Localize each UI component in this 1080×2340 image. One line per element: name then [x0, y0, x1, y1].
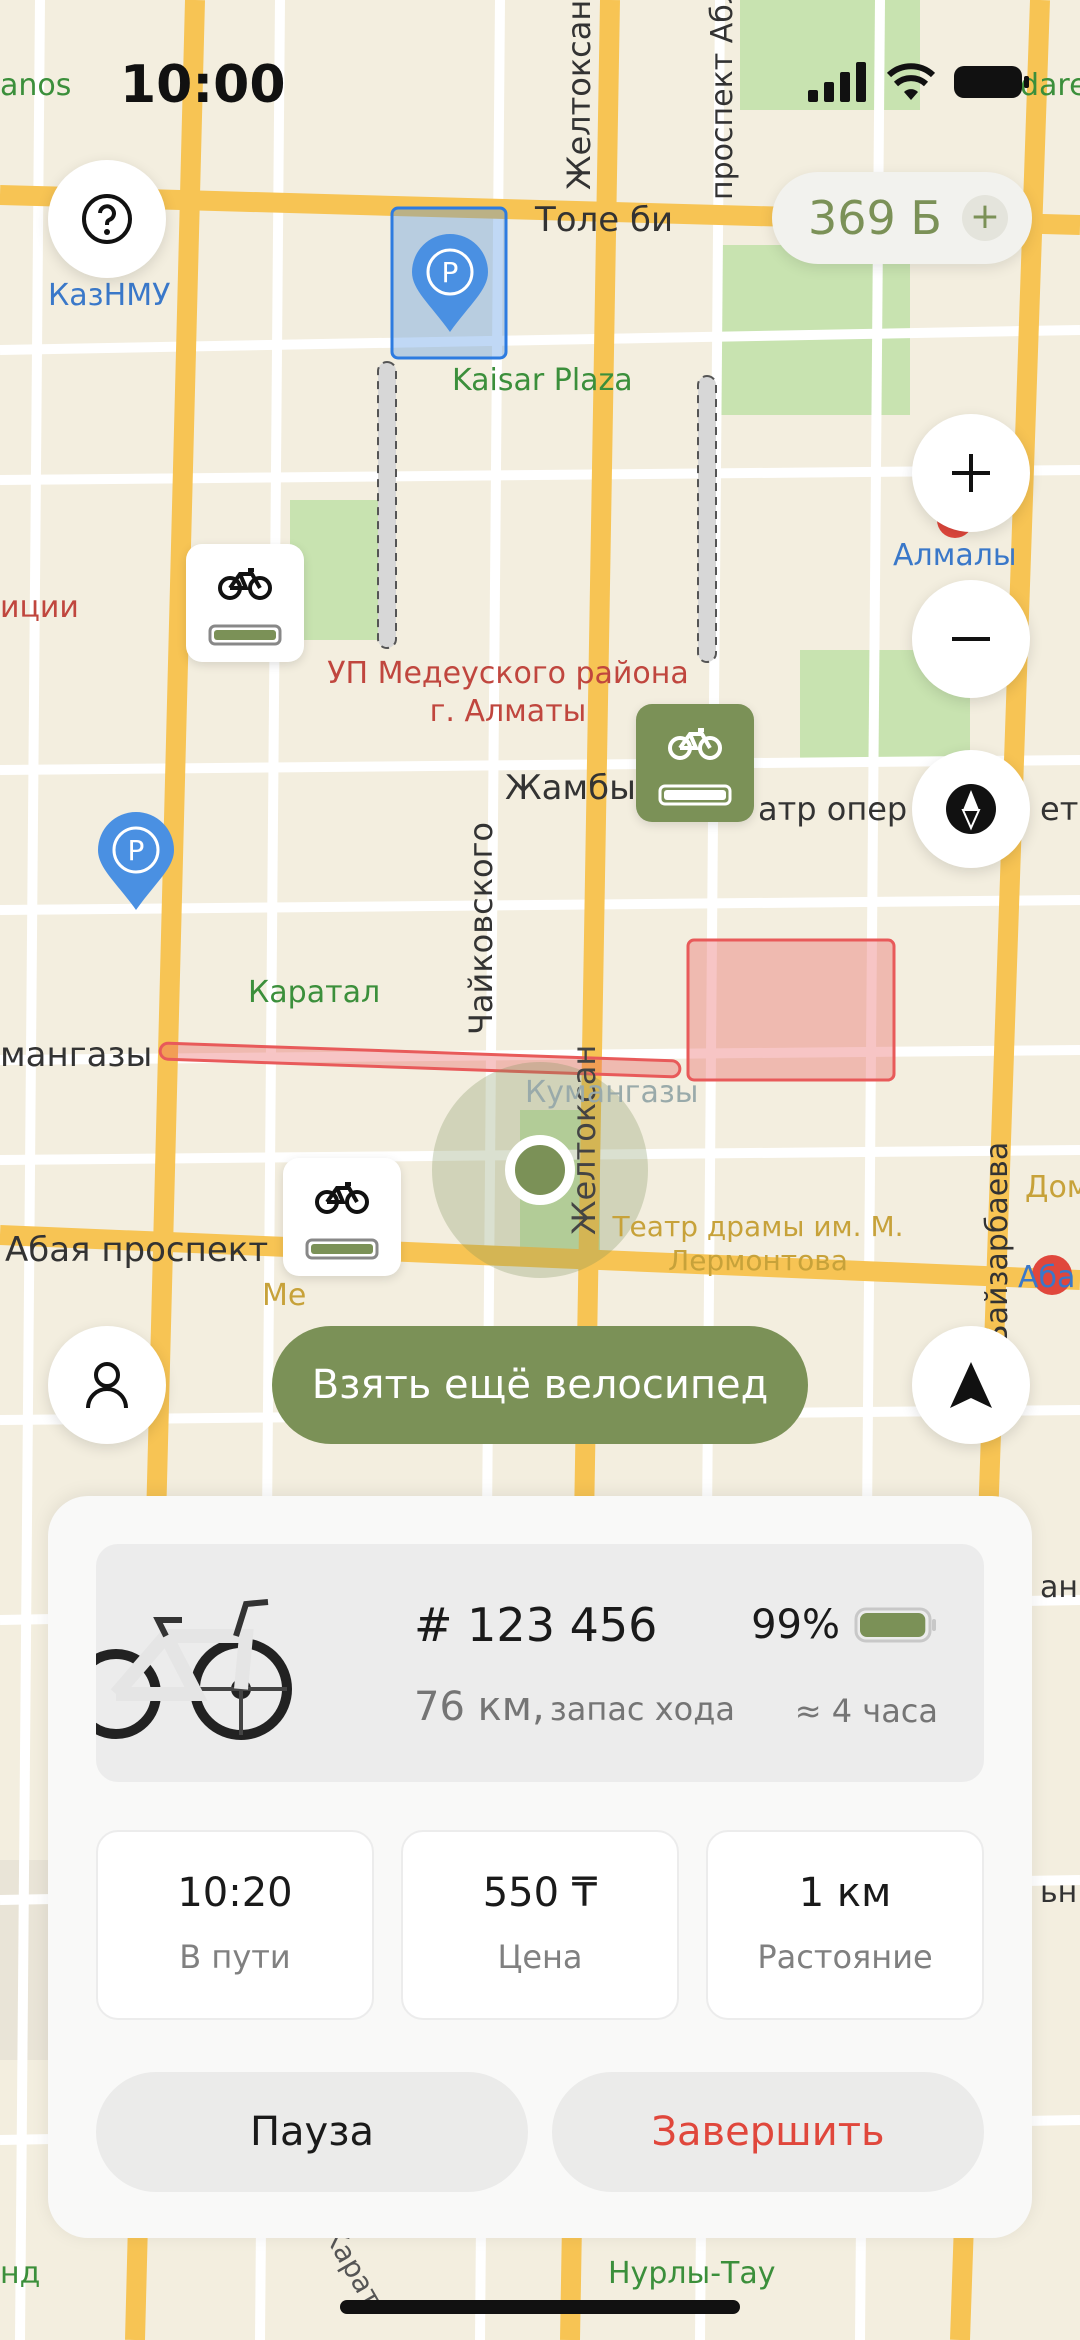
- zoom-out-button[interactable]: [912, 580, 1030, 698]
- locate-me-button[interactable]: [912, 1326, 1030, 1444]
- bike-battery: 99%: [751, 1602, 938, 1648]
- place-label: Аба: [1018, 1260, 1076, 1295]
- balance-value: 369 Б: [808, 191, 942, 245]
- balance-pill[interactable]: 369 Б +: [772, 172, 1032, 264]
- bike-marker-selected[interactable]: [636, 704, 754, 822]
- street-label: Чайковского: [462, 822, 500, 1035]
- ride-panel: # 123 456 76 км, запас хода 99% ≈ 4 часа…: [48, 1496, 1032, 2238]
- profile-icon: [86, 1362, 128, 1409]
- bicycle-icon: [208, 568, 282, 646]
- park-block: [290, 500, 390, 640]
- stat-value: 550 ₸: [482, 1870, 598, 1916]
- help-button[interactable]: [48, 160, 166, 278]
- place-label: атр опер: [758, 790, 908, 828]
- minus-icon: [952, 637, 990, 641]
- place-label: ета: [1040, 790, 1080, 828]
- wifi-icon: [886, 63, 936, 100]
- bike-range: 76 км, запас хода: [414, 1684, 735, 1730]
- place-label: КазНМУ: [48, 278, 171, 313]
- place-label: Ме: [262, 1278, 307, 1313]
- street-label: Жамбыл: [505, 768, 658, 808]
- status-bar: 10:00: [0, 0, 1080, 150]
- street-label: Абая проспект: [5, 1230, 269, 1270]
- stat-value: 10:20: [177, 1870, 293, 1916]
- stat-label: Растояние: [757, 1938, 933, 1976]
- parking-pin-icon[interactable]: P: [410, 234, 490, 334]
- help-icon: [82, 194, 132, 244]
- bike-photo: [96, 1599, 292, 1740]
- battery-icon: [854, 1607, 936, 1643]
- place-label: нд: [0, 2256, 41, 2291]
- place-label: Каратал: [248, 975, 381, 1010]
- stat-price: 550 ₸ Цена: [401, 1830, 679, 2020]
- battery-status-icon: [954, 66, 1029, 98]
- place-label: иции: [0, 590, 79, 625]
- bike-marker[interactable]: [283, 1158, 401, 1276]
- zoom-in-button[interactable]: [912, 414, 1030, 532]
- finish-button[interactable]: Завершить: [552, 2072, 984, 2192]
- parking-pin-icon[interactable]: P: [96, 812, 176, 912]
- stat-duration: 10:20 В пути: [96, 1830, 374, 2020]
- bike-time-left: ≈ 4 часа: [794, 1692, 938, 1730]
- street-label: Желтоксан: [565, 1044, 603, 1235]
- place-label: Дом: [1025, 1170, 1080, 1205]
- place-label: ьн: [1040, 1875, 1078, 1910]
- place-label: Kaisar Plaza: [452, 363, 633, 398]
- bicycle-icon: [305, 1182, 379, 1260]
- battery-percent: 99%: [751, 1602, 840, 1648]
- place-label: Театр драмы им. М. Лермонтова: [612, 1210, 904, 1277]
- signal-icon: [808, 62, 866, 102]
- stat-label: Цена: [497, 1938, 583, 1976]
- take-another-bike-button[interactable]: Взять ещё велосипед: [272, 1326, 808, 1444]
- compass-button[interactable]: [912, 750, 1030, 868]
- svg-text:P: P: [442, 256, 459, 289]
- range-value: 76 км,: [414, 1684, 545, 1730]
- bicycle-icon: [658, 728, 732, 806]
- bike-id: # 123 456: [414, 1598, 658, 1652]
- street-label: Кумангазы: [525, 1075, 699, 1110]
- navigation-arrow-icon: [950, 1362, 992, 1408]
- street-label: Толе би: [535, 200, 674, 240]
- place-label: ан: [1040, 1570, 1078, 1605]
- place-label: Нурлы-Тау: [608, 2256, 776, 2291]
- bike-marker[interactable]: [186, 544, 304, 662]
- svg-text:P: P: [128, 834, 145, 867]
- pause-button[interactable]: Пауза: [96, 2072, 528, 2192]
- bike-card[interactable]: # 123 456 76 км, запас хода 99% ≈ 4 часа: [96, 1544, 984, 1782]
- home-indicator[interactable]: [340, 2300, 740, 2314]
- plus-icon: [952, 454, 990, 492]
- street-label: Байзарбаева: [980, 1141, 1015, 1345]
- status-time: 10:00: [120, 55, 286, 115]
- stat-label: В пути: [179, 1938, 291, 1976]
- user-location-dot: [505, 1135, 575, 1205]
- restricted-zone[interactable]: [686, 938, 896, 1082]
- stat-distance: 1 км Растояние: [706, 1830, 984, 2020]
- compass-icon: [946, 784, 996, 834]
- profile-button[interactable]: [48, 1326, 166, 1444]
- balance-plus-button[interactable]: +: [962, 195, 1008, 241]
- place-label: Алмалы: [893, 538, 1017, 573]
- street-label: мангазы: [0, 1035, 153, 1075]
- bike-lane: [697, 375, 717, 663]
- range-label: запас хода: [549, 1690, 735, 1728]
- bike-lane: [377, 361, 397, 649]
- stat-value: 1 км: [798, 1870, 892, 1916]
